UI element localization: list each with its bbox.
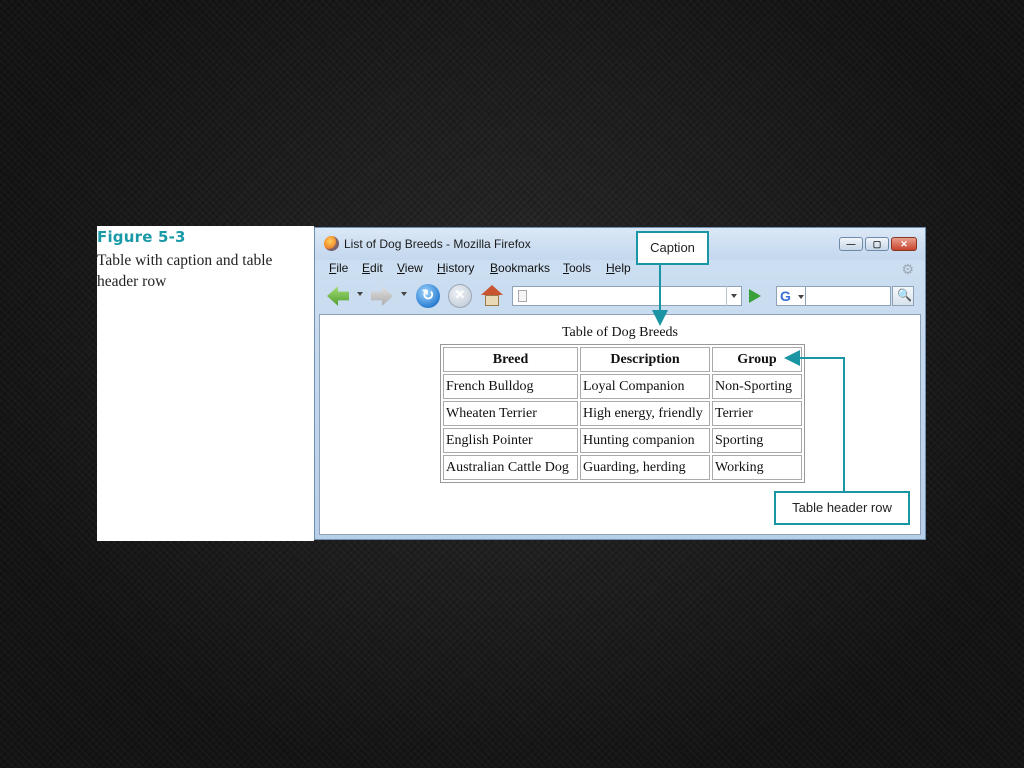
caption-callout: Caption [636, 231, 709, 265]
callout-arrows [652, 265, 845, 491]
header-callout-arrow [784, 350, 845, 491]
header-row-callout: Table header row [774, 491, 910, 525]
